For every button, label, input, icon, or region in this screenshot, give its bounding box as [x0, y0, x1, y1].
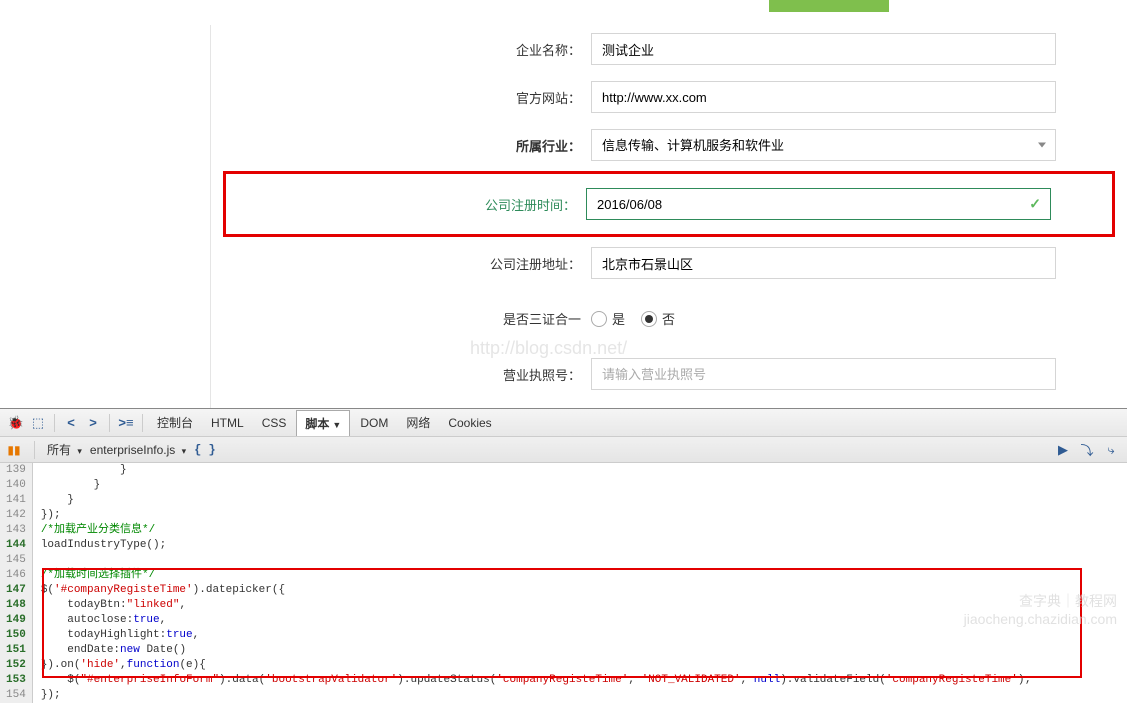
register-address-input[interactable]	[591, 247, 1056, 279]
website-input[interactable]	[591, 81, 1056, 113]
radio-yes[interactable]: 是	[591, 309, 625, 328]
filter-dropdown[interactable]: 所有 ▾	[47, 441, 82, 458]
console-toggle-icon[interactable]: >≡	[116, 413, 136, 433]
register-address-label: 公司注册地址：	[231, 254, 591, 273]
tab-network[interactable]: 网络	[398, 410, 438, 435]
pretty-print-icon[interactable]: { }	[194, 443, 216, 457]
register-time-input[interactable]	[586, 188, 1051, 220]
industry-select[interactable]: 信息传输、计算机服务和软件业	[591, 129, 1056, 161]
company-name-input[interactable]	[591, 33, 1056, 65]
code-editor[interactable]: 1391401411421431441451461471481491501511…	[0, 463, 1127, 703]
radio-no[interactable]: 否	[641, 309, 675, 328]
tab-console[interactable]: 控制台	[149, 410, 201, 435]
check-icon: ✓	[1029, 196, 1041, 213]
tab-dom[interactable]: DOM	[352, 412, 396, 434]
chevron-down-icon: ▼	[332, 420, 341, 430]
tab-cookies[interactable]: Cookies	[440, 412, 499, 434]
tab-html[interactable]: HTML	[203, 412, 252, 434]
top-action-button[interactable]	[769, 0, 889, 12]
code-content: } } } }); /*加载产业分类信息*/ loadIndustryType(…	[33, 463, 1127, 703]
company-name-label: 企业名称：	[231, 40, 591, 59]
step-into-icon[interactable]: ⤷	[1101, 440, 1121, 460]
industry-label: 所属行业：	[231, 136, 591, 155]
devtools-panel: 🐞 ⬚ < > >≡ 控制台 HTML CSS 脚本▼ DOM 网络 Cooki…	[0, 408, 1127, 703]
nav-forward-icon[interactable]: >	[83, 413, 103, 433]
pause-icon[interactable]: ▮▮	[6, 442, 22, 458]
tab-css[interactable]: CSS	[254, 412, 295, 434]
form-container: 企业名称： 官方网站： 所属行业： 信息传输、计算机服务和软件业 公司注册时间：…	[210, 25, 1127, 408]
register-time-highlight: 公司注册时间： ✓	[223, 171, 1115, 237]
bottom-watermark: 查字典｜教程网 jiaocheng.chazidian.com	[964, 592, 1117, 628]
license-no-input[interactable]	[591, 358, 1056, 390]
devtools-toolbar: 🐞 ⬚ < > >≡ 控制台 HTML CSS 脚本▼ DOM 网络 Cooki…	[0, 409, 1127, 437]
step-over-icon[interactable]: ⤵	[1077, 440, 1097, 460]
line-gutter: 1391401411421431441451461471481491501511…	[0, 463, 33, 703]
continue-icon[interactable]: ▶	[1053, 440, 1073, 460]
file-dropdown[interactable]: enterpriseInfo.js ▾	[90, 443, 186, 457]
three-in-one-label: 是否三证合一	[231, 309, 591, 328]
devtools-subbar: ▮▮ 所有 ▾ enterpriseInfo.js ▾ { } ▶ ⤵ ⤷	[0, 437, 1127, 463]
tab-script[interactable]: 脚本▼	[296, 410, 350, 436]
register-time-label: 公司注册时间：	[230, 195, 586, 214]
website-label: 官方网站：	[231, 88, 591, 107]
firebug-icon[interactable]: 🐞	[6, 413, 26, 433]
inspect-icon[interactable]: ⬚	[28, 413, 48, 433]
license-no-label: 营业执照号：	[231, 365, 591, 384]
nav-back-icon[interactable]: <	[61, 413, 81, 433]
